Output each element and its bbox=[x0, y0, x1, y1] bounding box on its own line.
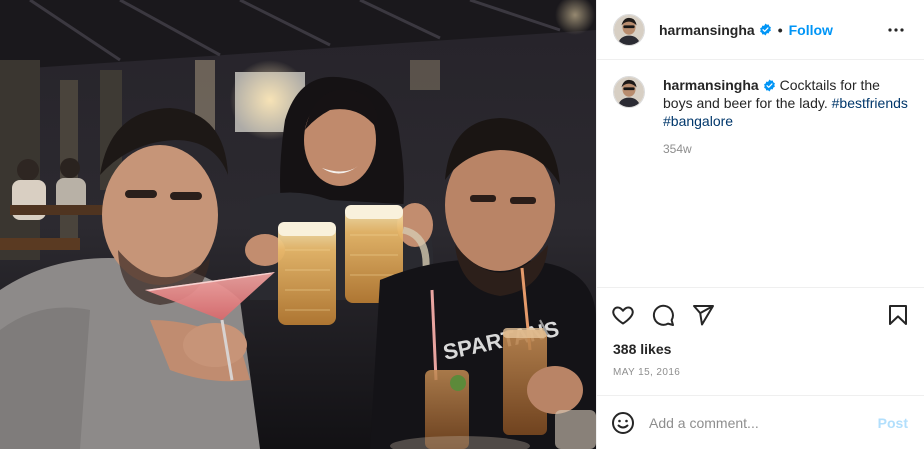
caption-time-ago[interactable]: 354w bbox=[663, 140, 908, 158]
post-date: MAY 15, 2016 bbox=[613, 367, 681, 378]
caption-username[interactable]: harmansingha bbox=[663, 77, 759, 93]
caption-text-block: harmansingha Cocktails for the boys and … bbox=[663, 76, 908, 130]
comment-icon[interactable] bbox=[651, 303, 675, 327]
post-comment-button[interactable]: Post bbox=[878, 415, 908, 431]
caption-avatar[interactable] bbox=[613, 76, 645, 108]
verified-badge-icon bbox=[759, 23, 771, 36]
hashtag-link[interactable]: #bangalore bbox=[663, 113, 733, 129]
separator-dot: • bbox=[777, 21, 783, 38]
likes-count[interactable]: 388 likes bbox=[597, 339, 924, 359]
verified-badge-icon bbox=[763, 79, 775, 92]
follow-button[interactable]: Follow bbox=[789, 22, 833, 38]
comment-input[interactable] bbox=[649, 414, 878, 431]
comments-section: harmansingha Cocktails for the boys and … bbox=[597, 60, 924, 287]
caption-body: harmansingha Cocktails for the boys and … bbox=[663, 76, 908, 158]
post-side-panel: harmansingha • Follow harmansingha Cockt… bbox=[596, 0, 924, 449]
avatar-image bbox=[614, 77, 644, 107]
emoji-icon[interactable] bbox=[611, 411, 635, 435]
avatar-image bbox=[614, 14, 644, 45]
heart-icon[interactable] bbox=[611, 303, 635, 327]
post-header: harmansingha • Follow bbox=[597, 0, 924, 60]
instagram-post: SPARTANS harmansingha • Follow harmansin… bbox=[0, 0, 924, 449]
photo-image: SPARTANS bbox=[0, 0, 596, 449]
more-horizontal-icon bbox=[888, 27, 904, 32]
more-options-button[interactable] bbox=[884, 18, 908, 42]
avatar[interactable] bbox=[613, 13, 645, 46]
hashtag-link[interactable]: #bestfriends bbox=[832, 95, 908, 111]
share-icon[interactable] bbox=[691, 303, 715, 327]
post-author-username[interactable]: harmansingha bbox=[659, 22, 755, 38]
bookmark-icon[interactable] bbox=[886, 303, 910, 327]
add-comment-bar: Post bbox=[597, 395, 924, 449]
caption: harmansingha Cocktails for the boys and … bbox=[613, 76, 908, 158]
action-bar bbox=[597, 287, 924, 341]
post-photo[interactable]: SPARTANS bbox=[0, 0, 596, 449]
